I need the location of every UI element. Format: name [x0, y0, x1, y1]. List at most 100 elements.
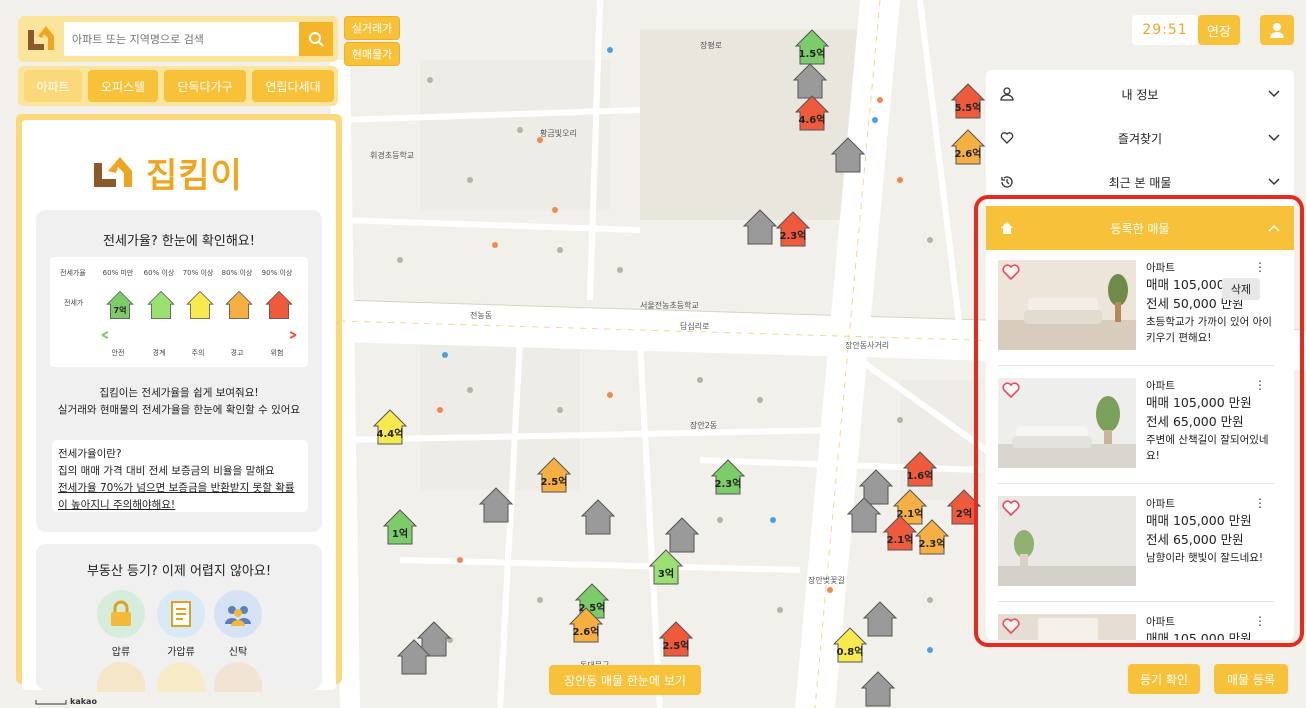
chevron-down-icon	[1268, 134, 1280, 142]
search-button[interactable]	[299, 22, 333, 56]
extend-session-button[interactable]: 연장	[1198, 15, 1240, 45]
map-marker-unpriced[interactable]	[860, 670, 896, 708]
search-input[interactable]	[64, 22, 300, 56]
ratio-desc-line1: 집킴이는 전세가율을 쉽게 보여줘요!	[99, 387, 259, 399]
map-marker-unpriced[interactable]	[396, 638, 432, 676]
lock-icon	[111, 600, 131, 626]
legend-ratio-label: 70% 이상	[182, 269, 214, 277]
tab-multiplex[interactable]: 연립다세대	[252, 70, 334, 102]
legend-level-label: 안전	[111, 349, 125, 357]
provisional-seizure-label: 가압류	[167, 647, 195, 658]
search-icon	[309, 32, 324, 47]
legend-side-label: 전세가	[64, 299, 84, 307]
real-trade-toggle[interactable]: 실거래가	[344, 16, 400, 40]
map-marker-price: 2.3억	[918, 539, 946, 550]
trust-label: 신탁	[228, 647, 248, 658]
map-marker[interactable]: 1억	[382, 508, 418, 546]
tab-officetel[interactable]: 오피스텔	[88, 70, 158, 102]
map-marker-price: 2.3억	[714, 479, 742, 490]
map-marker-unpriced[interactable]	[846, 496, 882, 534]
map-marker[interactable]: 2.3억	[775, 210, 811, 248]
map-label-street: 장안벚꽃길	[808, 576, 845, 585]
map-marker[interactable]: 2.5억	[658, 620, 694, 658]
chevron-down-icon	[1268, 90, 1280, 98]
map-label-area2: 장안2동	[690, 421, 718, 430]
map-marker[interactable]: 2.1억	[882, 514, 918, 552]
accordion-favorites[interactable]: 즐겨찾기	[986, 116, 1294, 160]
ratio-card-title: 전세가율? 한눈에 확인해요!	[103, 234, 255, 249]
seizure-icon-button[interactable]	[97, 590, 145, 638]
registered-listings-highlight	[974, 195, 1304, 647]
map-marker[interactable]: 5.5억	[950, 82, 986, 120]
map-label-road2: 장평로	[700, 41, 723, 50]
recent-label: 최근 본 매물	[1108, 175, 1172, 190]
trust-icon-button[interactable]	[214, 590, 262, 638]
map-marker[interactable]: 2.5억	[536, 456, 572, 494]
map-label-shop: 황금빛오리	[540, 129, 577, 138]
tab-detached[interactable]: 단독다가구	[164, 70, 246, 102]
map-marker-price: 2.3억	[779, 231, 807, 242]
legend-house-icon	[147, 290, 176, 320]
tab-apartment[interactable]: 아파트	[24, 70, 82, 102]
legend-level-label: 경고	[230, 349, 244, 357]
legend-house-icon: 7억	[106, 290, 135, 320]
brand-name: 집킴이	[146, 156, 243, 196]
def-line2: 집의 매매 가격 대비 전세 보증금의 비율을 말해요	[58, 465, 275, 477]
map-marker-price: 2.6억	[572, 627, 600, 638]
map-marker-price: 3억	[657, 569, 675, 580]
map-marker[interactable]: 1.6억	[902, 450, 938, 488]
legend-house-icon	[225, 290, 254, 320]
def-line1: 전세가율이란?	[58, 448, 122, 460]
map-marker[interactable]: 2.3억	[914, 518, 950, 556]
ratio-desc-line2: 실거래와 현매물의 전세가율을 한눈에 확인할 수 있어요	[57, 404, 301, 416]
map-marker[interactable]: 2.3억	[710, 458, 746, 496]
map-marker-price: 2.5억	[540, 477, 568, 488]
my-info-label: 내 정보	[1121, 87, 1159, 102]
legend-level-label: 경계	[152, 349, 166, 357]
legend-gradient-arrow	[101, 331, 297, 339]
map-marker-unpriced[interactable]	[830, 136, 866, 174]
logo-icon[interactable]	[24, 22, 60, 56]
listed-price-toggle[interactable]: 현매물가	[344, 42, 400, 66]
map-label-intersection: 장안동사거리	[845, 341, 890, 350]
map-marker[interactable]: 2.6억	[950, 128, 986, 166]
user-menu-button[interactable]	[1260, 15, 1294, 45]
favorites-label: 즐겨찾기	[1117, 131, 1163, 146]
map-label-school: 서울전농초등학교	[640, 301, 699, 310]
legend-house-icon	[265, 290, 294, 320]
seizure-label: 압류	[111, 647, 131, 658]
legend-level-label: 주의	[191, 349, 205, 357]
legend-ratio-label: 80% 이상	[221, 269, 253, 277]
legend-row-label: 전세가율	[60, 269, 86, 277]
map-marker-price: 1억	[391, 529, 409, 540]
check-registry-button[interactable]: 등기 확인	[1128, 664, 1200, 694]
map-label-area: 전농동	[470, 311, 493, 320]
legend-ratio-label: 90% 이상	[261, 269, 293, 277]
map-label-road: 답십리로	[680, 322, 710, 331]
map-marker-unpriced[interactable]	[478, 486, 514, 524]
map-marker-price: 0.8억	[836, 647, 864, 658]
accordion-my-info[interactable]: 내 정보	[986, 72, 1294, 116]
register-listing-button[interactable]: 매물 등록	[1214, 664, 1288, 694]
legend-ratio-label: 60% 미만	[102, 269, 134, 277]
map-marker-price: 4.4억	[376, 429, 404, 440]
user-icon	[1270, 23, 1284, 38]
map-marker-unpriced[interactable]	[580, 498, 616, 536]
map-marker[interactable]: 3억	[648, 548, 684, 586]
logo-icon	[94, 156, 132, 187]
map-marker-price: 2.6억	[954, 149, 982, 160]
def-line3: 전세가율 70%가 넘으면 보증금을 반환받지 못할 확률	[58, 482, 295, 494]
map-marker[interactable]: 1.5억	[794, 28, 830, 66]
map-marker[interactable]: 0.8억	[832, 626, 868, 664]
map-marker[interactable]: 2.6억	[568, 606, 604, 644]
provisional-seizure-icon-button[interactable]	[157, 590, 205, 638]
map-label-school2: 휘경초등학교	[370, 151, 415, 160]
map-marker-price: 5.5억	[954, 103, 982, 114]
view-all-listings-button[interactable]: 장안동 매물 한눈에 보기	[549, 665, 701, 695]
map-marker[interactable]: 4.4억	[372, 408, 408, 446]
map-marker[interactable]: 4.6억	[794, 94, 830, 132]
document-icon	[171, 601, 191, 627]
map-marker-price: 1.5억	[798, 49, 826, 60]
legend-level-label: 위험	[270, 349, 284, 357]
map-marker-unpriced[interactable]	[742, 208, 778, 246]
